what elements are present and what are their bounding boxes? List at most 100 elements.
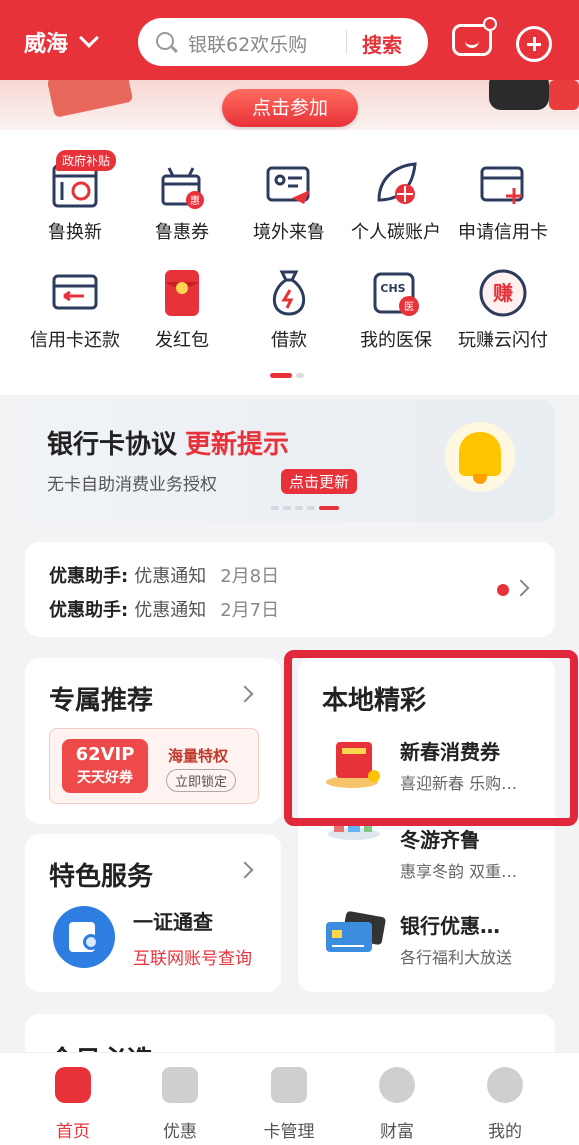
tab-home[interactable]: 首页 — [33, 1067, 113, 1142]
shortcut-red-envelope[interactable]: 发红包 — [127, 268, 237, 352]
shortcut-loan[interactable]: 借款 — [234, 268, 344, 352]
local-item-title: 冬游齐鲁 — [400, 828, 480, 852]
service-item-title: 一证通查 — [133, 910, 213, 934]
search-placeholder: 银联62欢乐购 — [188, 34, 308, 56]
shortcut-medical-insurance[interactable]: CHS 医 我的医保 — [341, 268, 451, 352]
coin-icon — [379, 1067, 415, 1103]
shortcut-earn-quickpass[interactable]: 赚 玩赚云闪付 — [448, 268, 558, 352]
notification-dot — [483, 17, 497, 31]
privilege-label: 海量特权 — [168, 747, 229, 765]
assistant-text: 优惠通知 — [134, 600, 207, 621]
carousel-dots — [271, 506, 339, 510]
shortcut-lu-huan-xin[interactable]: 鲁换新 — [20, 160, 130, 244]
card-agreement-notice[interactable]: 银行卡协议 更新提示 无卡自助消费业务授权 点击更新 — [25, 400, 555, 522]
home-icon — [55, 1067, 91, 1103]
zhuan-text: 赚 — [492, 281, 513, 305]
message-icon[interactable] — [452, 17, 497, 56]
lock-button[interactable]: 立即锁定 — [166, 769, 237, 792]
banner-decoration-right — [489, 80, 549, 110]
shortcut-carbon-account[interactable]: 个人碳账户 — [341, 160, 451, 244]
shortcut-label: 申请信用卡 — [458, 222, 548, 243]
update-button[interactable]: 点击更新 — [281, 469, 358, 494]
shortcut-apply-credit-card[interactable]: 申请信用卡 — [448, 160, 558, 244]
city-name: 威海 — [24, 32, 69, 57]
card-return-icon — [50, 268, 100, 318]
shortcut-lu-hui-quan[interactable]: 惠 鲁惠券 — [127, 160, 237, 244]
search-button[interactable]: 搜索 — [362, 29, 402, 58]
assistant-label: 优惠助手: — [49, 566, 129, 587]
yi-text: 医 — [404, 301, 414, 313]
highlight-box — [284, 650, 578, 826]
assistant-label: 优惠助手: — [49, 600, 129, 621]
notice-title: 银行卡协议 更新提示 — [47, 424, 289, 461]
money-bag-icon — [264, 268, 314, 318]
tab-card-management[interactable]: 卡管理 — [249, 1067, 329, 1142]
add-icon[interactable] — [516, 26, 552, 62]
service-item-subtitle: 互联网账号查询 — [133, 949, 252, 969]
bank-card-icon — [322, 910, 388, 966]
search-bar[interactable]: 银联62欢乐购 搜索 — [138, 18, 428, 66]
medical-card-icon: CHS 医 — [371, 268, 421, 318]
bottom-tab-bar: 首页 优惠 卡管理 财富 我的 — [0, 1052, 579, 1145]
shortcut-label: 境外来鲁 — [253, 222, 325, 243]
shortcut-label: 鲁惠券 — [155, 222, 209, 243]
red-envelope-icon — [157, 268, 207, 318]
assistant-date: 2月8日 — [220, 566, 280, 587]
gift-box-icon: 惠 — [157, 160, 207, 210]
vip-badge: 62VIP 天天好券 — [62, 739, 148, 793]
local-item-subtitle: 各行福利大放送 — [400, 948, 513, 967]
join-button[interactable]: 点击参加 — [222, 89, 358, 127]
banner-decoration-red-envelope — [549, 80, 579, 110]
shortcut-jing-wai-lai-lu[interactable]: 境外来鲁 — [234, 160, 344, 244]
chevron-down-icon — [79, 28, 99, 48]
assistant-text: 优惠通知 — [134, 566, 207, 587]
city-selector[interactable]: 威海 — [24, 26, 99, 58]
shortcut-label: 借款 — [271, 330, 307, 351]
assistant-row: 优惠助手: 优惠通知 2月8日 — [49, 562, 279, 588]
tab-label: 卡管理 — [263, 1122, 315, 1142]
unread-dot — [497, 584, 509, 596]
shortcut-label: 发红包 — [155, 330, 209, 351]
shortcut-label: 个人碳账户 — [351, 222, 441, 243]
id-card-plane-icon — [264, 160, 314, 210]
tab-label: 财富 — [380, 1122, 414, 1142]
banner-decoration-left — [46, 80, 134, 118]
hui-text: 惠 — [190, 194, 200, 207]
assistant-date: 2月7日 — [220, 600, 280, 621]
chevron-right-icon[interactable] — [236, 685, 254, 703]
exclusive-recommend-card[interactable]: 专属推荐 62VIP 天天好券 海量特权 立即锁定 — [25, 658, 281, 824]
featured-services-card[interactable]: 特色服务 一证通查 互联网账号查询 — [25, 834, 281, 992]
tab-label: 我的 — [488, 1122, 522, 1142]
user-icon — [487, 1067, 523, 1103]
shortcut-label: 信用卡还款 — [30, 330, 120, 351]
services-title: 特色服务 — [49, 862, 154, 892]
recommend-title: 专属推荐 — [49, 686, 154, 716]
shortcut-label: 我的医保 — [360, 330, 432, 351]
card-add-icon — [478, 160, 528, 210]
notice-subtitle: 无卡自助消费业务授权 — [47, 475, 217, 495]
tab-label: 优惠 — [163, 1122, 197, 1142]
earn-coin-icon: 赚 — [478, 268, 528, 318]
shortcut-label: 鲁换新 — [48, 222, 102, 243]
tab-offers[interactable]: 优惠 — [140, 1067, 220, 1142]
notice-title-text: 银行卡协议 — [47, 430, 178, 460]
gov-subsidy-badge: 政府补贴 — [56, 150, 117, 171]
tab-wealth[interactable]: 财富 — [357, 1067, 437, 1142]
assistant-row: 优惠助手: 优惠通知 2月7日 — [49, 596, 279, 622]
tab-me[interactable]: 我的 — [465, 1067, 545, 1142]
notice-title-highlight: 更新提示 — [185, 430, 290, 460]
chevron-right-icon[interactable] — [236, 861, 254, 879]
top-bar: 威海 银联62欢乐购 搜索 — [0, 0, 579, 80]
bell-icon — [445, 422, 515, 492]
vip-line1: 62VIP — [75, 744, 135, 765]
local-item-title: 银行优惠… — [400, 914, 500, 938]
vip-promo[interactable]: 62VIP 天天好券 海量特权 立即锁定 — [49, 728, 259, 804]
shortcut-label: 玩赚云闪付 — [458, 330, 548, 351]
winter-scene-icon — [322, 822, 388, 880]
chevron-right-icon[interactable] — [512, 579, 530, 597]
page-indicator-active — [270, 373, 292, 378]
shortcut-credit-card-repay[interactable]: 信用卡还款 — [20, 268, 130, 352]
card-icon — [271, 1067, 307, 1103]
local-item-subtitle: 惠享冬韵 双重… — [400, 862, 518, 881]
offer-assistant-panel[interactable]: 优惠助手: 优惠通知 2月8日 优惠助手: 优惠通知 2月7日 — [25, 542, 555, 637]
